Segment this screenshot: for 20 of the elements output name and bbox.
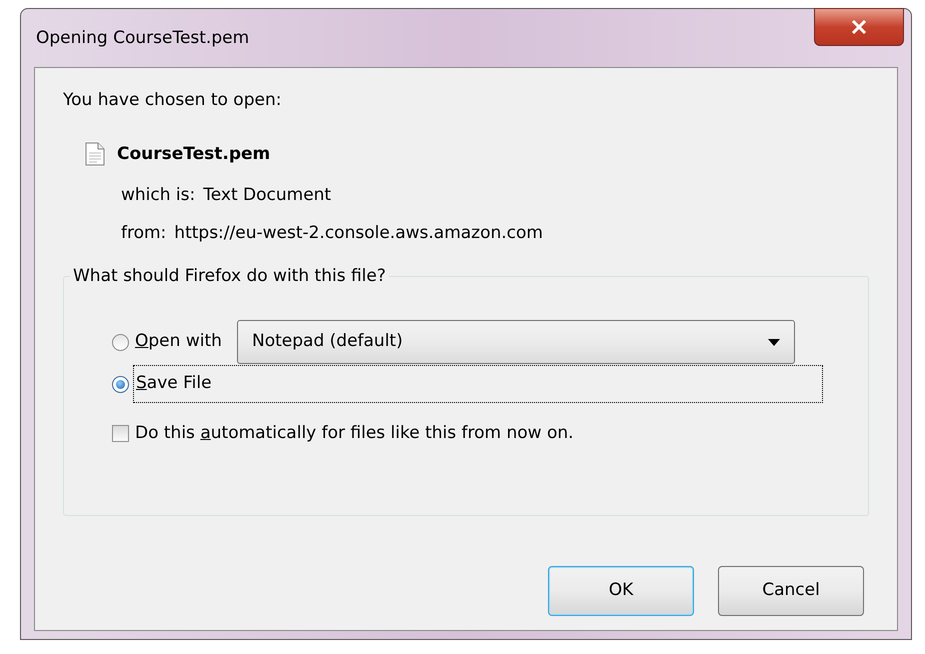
close-icon (851, 20, 867, 34)
dropdown-arrow-icon (768, 338, 780, 346)
option-label[interactable]: Save File (133, 365, 823, 403)
type-label: which is: (121, 184, 196, 207)
file-name: CourseTest.pem (117, 142, 270, 166)
type-value: Text Document (203, 184, 332, 207)
close-button[interactable] (814, 8, 904, 46)
intro-text: You have chosen to open: (63, 89, 282, 112)
dialog-button[interactable]: OK (548, 566, 694, 616)
radio-button[interactable] (112, 376, 129, 392)
option-label[interactable]: Open with (133, 329, 233, 355)
from-label: from: (121, 222, 166, 244)
checkbox-label[interactable]: Do this automatically for files like this from now on. (135, 421, 574, 446)
from-value: https://eu-west-2.console.aws.amazon.com (174, 222, 543, 244)
window-title: Opening CourseTest.pem (35, 27, 250, 50)
checkbox[interactable] (112, 425, 129, 442)
radio-button[interactable] (112, 334, 129, 350)
app-dropdown[interactable]: Notepad (default) (237, 320, 795, 364)
dialog-button[interactable]: Cancel (718, 566, 864, 616)
document-icon (85, 142, 105, 166)
